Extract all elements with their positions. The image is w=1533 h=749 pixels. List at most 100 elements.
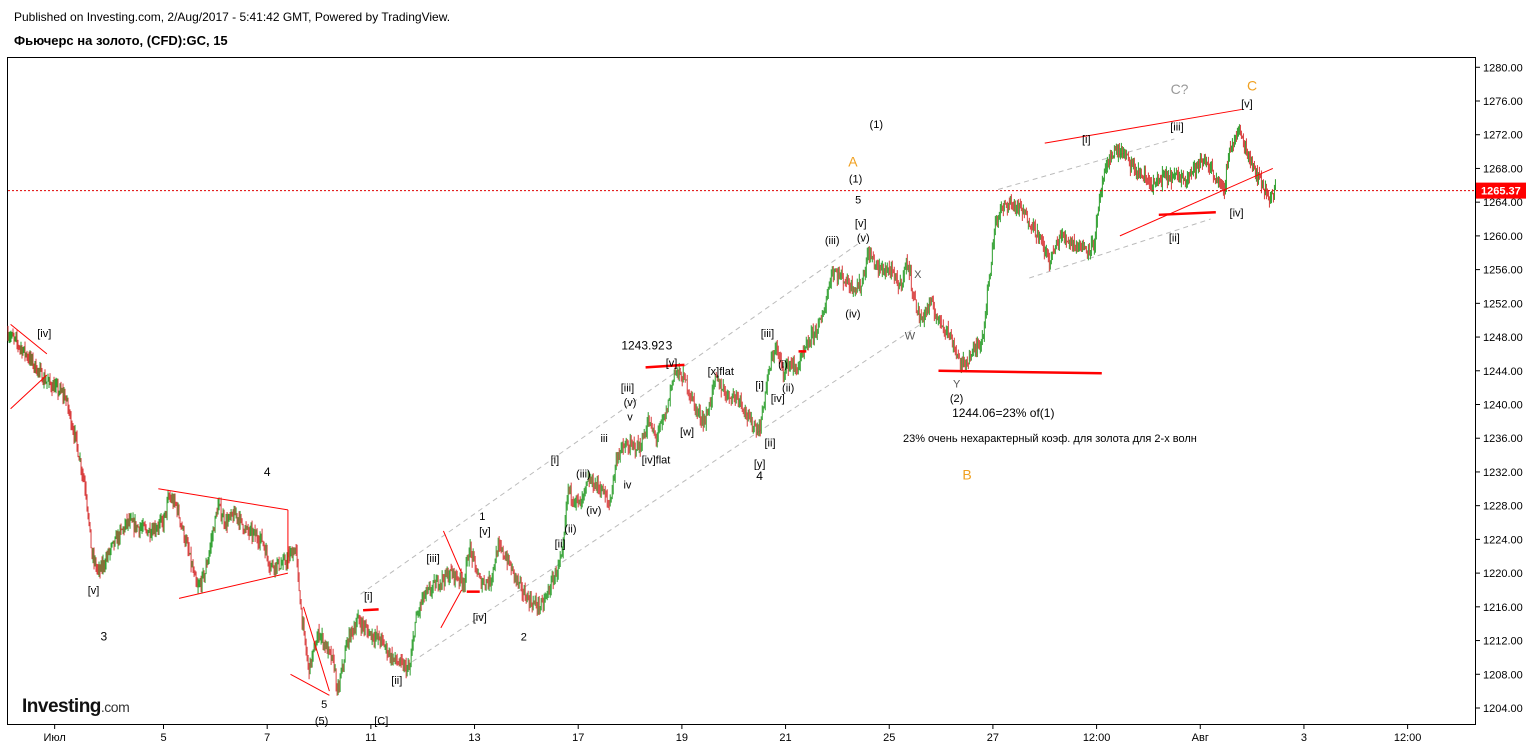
x-tick-label-5: 17 (572, 732, 584, 744)
wave-label-14: [i] (551, 454, 560, 466)
x-tick-label-6: 19 (676, 732, 688, 744)
wave-label-12: [v] (479, 526, 491, 538)
wave-label-42: 5 (855, 195, 861, 207)
wave-label-59: [iv] (1230, 207, 1244, 219)
investing-logo: Investing.com (22, 696, 130, 718)
y-tick-label-12: 1232.00 (1483, 467, 1523, 479)
wave-label-17: (ii) (564, 523, 576, 535)
wave-label-55: [iii] (1170, 121, 1183, 133)
wave-label-3: 4 (264, 465, 271, 479)
y-tick-label-4: 1264.00 (1483, 197, 1523, 209)
wave-label-0: [iv] (37, 328, 51, 340)
wave-label-53: [i] (1082, 134, 1091, 146)
wave-label-31: [iii] (761, 328, 774, 340)
x-tick-label-3: 11 (365, 732, 376, 744)
wave-label-43: (1) (849, 174, 862, 186)
wave-label-9: [iii] (426, 553, 439, 565)
trend-line-9 (1044, 108, 1242, 144)
y-tick-label-14: 1224.00 (1483, 534, 1523, 546)
trend-line-1 (10, 374, 48, 410)
price-chart[interactable]: 1280.00 1276.00 1272.00 1268.00 1264.00 1260.… (0, 0, 1533, 749)
wave-label-23: v (627, 411, 633, 423)
wave-label-20: iv (623, 480, 631, 492)
y-tick-label-2: 1272.00 (1483, 130, 1523, 142)
wave-label-16: (iii) (576, 469, 591, 481)
x-tick-label-11: Авг (1192, 732, 1209, 744)
level-line-4 (938, 369, 1102, 375)
wave-label-52: B (962, 466, 971, 482)
level-line-0 (363, 608, 379, 612)
y-tick-label-11: 1236.00 (1483, 433, 1523, 445)
x-tick-label-4: 13 (468, 732, 480, 744)
y-tick-label-5: 1260.00 (1483, 231, 1523, 243)
y-tick-label-9: 1244.00 (1483, 366, 1523, 378)
wave-label-45: (1) (870, 119, 883, 131)
wave-label-35: [ii] (765, 437, 776, 449)
y-tick-label-15: 1220.00 (1483, 568, 1523, 580)
x-tick-label-13: 12:00 (1394, 732, 1422, 744)
x-tick-label-2: 7 (264, 732, 270, 744)
wave-label-34: [iv] (771, 393, 785, 405)
y-tick-label-17: 1212.00 (1483, 636, 1523, 648)
wave-label-50: 1244.06=23% of(1) (952, 406, 1054, 420)
y-tick-label-18: 1208.00 (1483, 669, 1523, 681)
x-tick-label-10: 12:00 (1083, 732, 1111, 744)
wave-label-22: (v) (624, 397, 637, 409)
y-tick-label-8: 1248.00 (1483, 332, 1523, 344)
wave-label-1: [v] (88, 585, 100, 597)
trend-line-6 (290, 673, 330, 696)
plot-frame (7, 57, 1476, 725)
time-axis: Июл 5 7 11 13 17 19 21 25 27 12:00 Авг 3 12:00 (43, 724, 1421, 744)
wave-label-19: iii (600, 433, 607, 445)
trend-line-3 (178, 572, 289, 599)
channel-line-0 (360, 239, 864, 595)
wave-label-25: 1243.92 (621, 338, 665, 352)
x-tick-label-1: 5 (160, 732, 166, 744)
x-tick-label-8: 25 (883, 732, 895, 744)
wave-label-18: (iv) (586, 505, 601, 517)
wave-label-10: [iv] (473, 612, 487, 624)
wave-label-46: X (914, 269, 922, 281)
wave-label-49: (2) (950, 393, 963, 405)
x-tick-label-0: Июл (43, 732, 65, 744)
y-tick-label-6: 1256.00 (1483, 265, 1523, 277)
wave-label-27: [v] (666, 357, 678, 369)
wave-labels: [iv] [v] 3 4 5 (5) [C] [i] [ii] [iii] [iv] 1 [v] 2 [i]… (37, 78, 1257, 728)
last-price-tag-text: 1265.37 (1481, 186, 1521, 198)
wave-label-38: (iii) (825, 235, 840, 247)
y-tick-label-1: 1276.00 (1483, 96, 1523, 108)
wave-label-29: [w] (680, 426, 694, 438)
wave-label-40: (v) (857, 233, 870, 245)
y-tick-label-13: 1228.00 (1483, 501, 1523, 513)
wave-label-4: 5 (321, 699, 327, 711)
y-tick-label-10: 1240.00 (1483, 400, 1523, 412)
y-tick-label-19: 1204.00 (1483, 703, 1523, 715)
wave-label-24: [iv]flat (642, 454, 671, 466)
wave-label-5: (5) (315, 716, 328, 728)
wave-label-47: W (905, 330, 916, 342)
wave-label-8: [ii] (391, 675, 402, 687)
wave-label-51: 23% очень нехарактерный коэф. для золота… (903, 433, 1197, 445)
wave-label-57: C (1247, 78, 1257, 94)
wave-label-2: 3 (101, 629, 108, 643)
level-line-5 (1158, 211, 1216, 217)
wave-label-28: [x]flat (708, 366, 734, 378)
x-tick-label-12: 3 (1301, 732, 1307, 744)
x-tick-label-7: 21 (779, 732, 791, 744)
y-tick-label-3: 1268.00 (1483, 163, 1523, 175)
wave-label-37: 4 (756, 469, 763, 483)
logo-main: Investing (22, 696, 101, 717)
y-tick-label-7: 1252.00 (1483, 298, 1523, 310)
wave-label-11: 1 (479, 511, 485, 523)
wave-label-30: [i] (755, 380, 764, 392)
trend-line-8 (440, 589, 463, 629)
last-price-tag: 1265.37 (1476, 182, 1526, 199)
wave-label-32: (i) (778, 359, 788, 371)
wave-label-7: [i] (364, 591, 373, 603)
wave-label-54: [ii] (1169, 233, 1180, 245)
x-tick-label-9: 27 (987, 732, 999, 744)
wave-label-13: 2 (521, 631, 527, 643)
candles (7, 124, 1276, 696)
wave-label-26: 3 (666, 338, 673, 352)
wave-label-41: [v] (855, 218, 867, 230)
